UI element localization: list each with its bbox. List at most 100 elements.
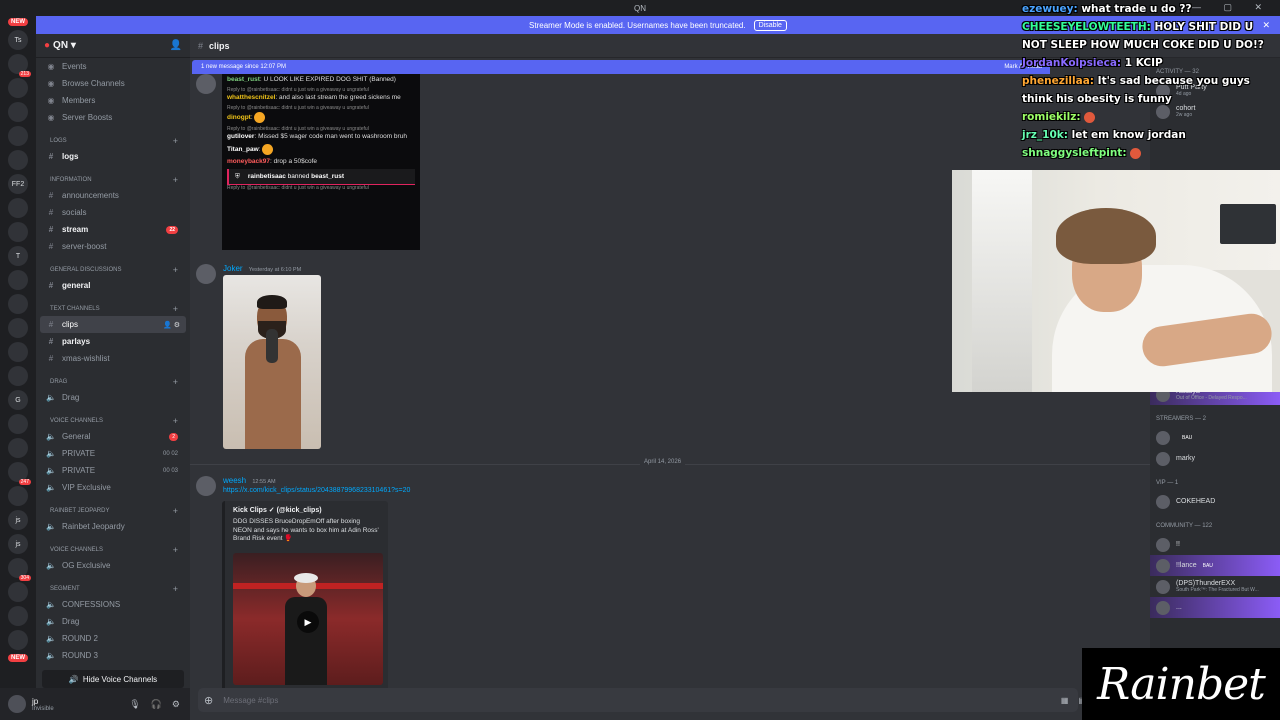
chat-screenshot-attachment[interactable]: beast_rust: U LOOK LIKE EXPIRED DOG SHIT… xyxy=(222,74,420,250)
avatar[interactable] xyxy=(196,74,216,94)
member-item[interactable]: (DPS)ThunderEXX South Park™: The Fracture… xyxy=(1150,576,1280,597)
server-icon[interactable] xyxy=(8,102,28,122)
server-icon[interactable]: js xyxy=(8,534,28,554)
member-item[interactable]: BAU xyxy=(1150,427,1280,448)
channel-item[interactable]: 🔈 Drag xyxy=(40,389,186,406)
server-icon[interactable]: 247 xyxy=(8,462,31,485)
channel-item[interactable]: # xmas-wishlist xyxy=(40,350,186,367)
channel-item[interactable]: 🔈 VIP Exclusive xyxy=(40,479,186,496)
server-icon[interactable] xyxy=(8,582,28,602)
server-icon[interactable] xyxy=(8,126,28,146)
add-channel-icon[interactable]: + xyxy=(173,265,178,275)
channel-item[interactable]: 🔈 Drag xyxy=(40,613,186,630)
channel-item[interactable]: 🔈 OG Exclusive xyxy=(40,557,186,574)
sidebar-item[interactable]: ◉ Events xyxy=(40,58,186,75)
server-icon[interactable]: 213 xyxy=(8,54,31,77)
server-icon[interactable]: 304 xyxy=(8,558,31,581)
server-icon[interactable]: js xyxy=(8,510,28,530)
message-link[interactable]: https://x.com/kick_clips/status/20438879… xyxy=(223,487,410,494)
server-icon[interactable] xyxy=(8,78,28,98)
channel-category[interactable]: LOGS + xyxy=(40,134,186,148)
channel-item[interactable]: 🔈 PRIVATE 00 02 xyxy=(40,445,186,462)
add-attachment-icon[interactable]: ⊕ xyxy=(204,694,213,707)
channel-item[interactable]: 🔈 PRIVATE 00 03 xyxy=(40,462,186,479)
add-channel-icon[interactable]: + xyxy=(173,175,178,185)
channel-item[interactable]: 🔈 Rainbet Jeopardy xyxy=(40,518,186,535)
channel-item[interactable]: # announcements xyxy=(40,187,186,204)
member-item[interactable]: marky xyxy=(1150,448,1280,469)
server-icon[interactable] xyxy=(8,198,28,218)
new-messages-bar[interactable]: 1 new message since 12:07 PM Mark As Rea… xyxy=(192,60,1050,74)
embed-video[interactable]: ▶ xyxy=(233,553,383,685)
server-icon[interactable] xyxy=(8,366,28,386)
channel-item[interactable]: # socials xyxy=(40,204,186,221)
server-icon[interactable]: FF2 xyxy=(8,174,28,194)
avatar[interactable] xyxy=(196,476,216,496)
channel-category[interactable]: GENERAL DISCUSSIONS + xyxy=(40,263,186,277)
channel-category[interactable]: INFORMATION + xyxy=(40,173,186,187)
channel-settings-icon[interactable]: 👤 ⚙ xyxy=(163,321,180,329)
sidebar-item[interactable]: ◉ Members xyxy=(40,92,186,109)
add-channel-icon[interactable]: + xyxy=(173,584,178,594)
server-icon[interactable] xyxy=(8,438,28,458)
server-icon[interactable] xyxy=(8,294,28,314)
author-name[interactable]: weesh xyxy=(223,476,246,485)
hide-voice-channels-button[interactable]: 🔊 Hide Voice Channels xyxy=(42,670,184,688)
add-channel-icon[interactable]: + xyxy=(173,304,178,314)
server-icon[interactable] xyxy=(8,606,28,626)
gift-icon[interactable]: ▦ xyxy=(1061,696,1069,705)
play-icon[interactable]: ▶ xyxy=(297,611,319,633)
channel-category[interactable]: Segment + xyxy=(40,582,186,596)
author-name[interactable]: Joker xyxy=(223,264,243,273)
channel-category[interactable]: Voice Channels + xyxy=(40,414,186,428)
mic-icon[interactable]: 🎙 xyxy=(129,699,140,710)
server-icon[interactable] xyxy=(8,270,28,290)
server-icon[interactable] xyxy=(8,318,28,338)
disable-streamer-mode-button[interactable]: Disable xyxy=(753,19,787,31)
message-composer[interactable]: ⊕ Message #clips ▦ ▤ xyxy=(198,688,1086,712)
message-author[interactable]: Joker Yesterday at 6:10 PM xyxy=(223,264,301,273)
gear-icon[interactable]: ⚙ xyxy=(172,699,180,710)
channel-item[interactable]: # stream 22 xyxy=(40,221,186,238)
channel-category[interactable]: Rainbet Jeopardy + xyxy=(40,504,186,518)
channel-item[interactable]: # server-boost xyxy=(40,238,186,255)
server-icon[interactable] xyxy=(8,486,28,506)
server-header[interactable]: ● QN ▾ 👤 xyxy=(36,34,190,58)
member-item[interactable]: !! xyxy=(1150,534,1280,555)
avatar[interactable] xyxy=(196,264,216,284)
server-icon[interactable] xyxy=(8,342,28,362)
server-icon[interactable]: G xyxy=(8,390,28,410)
member-item[interactable]: !!lance BAU xyxy=(1150,555,1280,576)
server-icon[interactable]: T xyxy=(8,246,28,266)
server-icon[interactable] xyxy=(8,150,28,170)
server-icon[interactable] xyxy=(8,630,28,650)
sidebar-item[interactable]: ◉ Server Boosts xyxy=(40,109,186,126)
channel-item[interactable]: # logs xyxy=(40,148,186,165)
add-channel-icon[interactable]: + xyxy=(173,136,178,146)
add-channel-icon[interactable]: + xyxy=(173,545,178,555)
image-attachment[interactable] xyxy=(223,275,321,449)
channel-item[interactable]: # general xyxy=(40,277,186,294)
channel-item[interactable]: 🔈 ROUND 2 xyxy=(40,630,186,647)
channel-category[interactable]: Voice Channels + xyxy=(40,543,186,557)
channel-item[interactable]: 🔈 ROUND 3 xyxy=(40,647,186,664)
message-author[interactable]: weesh 12:55 AM xyxy=(223,476,276,485)
embed-author[interactable]: Kick Clips ✓ (@kick_clips) xyxy=(233,506,380,514)
sidebar-item[interactable]: ◉ Browse Channels xyxy=(40,75,186,92)
avatar[interactable] xyxy=(8,695,26,713)
add-channel-icon[interactable]: + xyxy=(173,377,178,387)
add-channel-icon[interactable]: + xyxy=(173,506,178,516)
member-item[interactable]: ... xyxy=(1150,597,1280,618)
server-icon[interactable]: Ts xyxy=(8,30,28,50)
channel-category[interactable]: TEXT CHANNELS + xyxy=(40,302,186,316)
member-item[interactable]: COKEHEAD xyxy=(1150,491,1280,512)
channel-item[interactable]: # parlays xyxy=(40,333,186,350)
add-member-icon[interactable]: 👤 xyxy=(170,40,182,51)
channel-item[interactable]: 🔈 CONFESSIONS xyxy=(40,596,186,613)
server-icon[interactable] xyxy=(8,414,28,434)
headphones-icon[interactable]: 🎧 xyxy=(151,699,162,710)
channel-item[interactable]: 🔈 General 2 xyxy=(40,428,186,445)
add-channel-icon[interactable]: + xyxy=(173,416,178,426)
channel-category[interactable]: Drag + xyxy=(40,375,186,389)
server-icon[interactable] xyxy=(8,222,28,242)
